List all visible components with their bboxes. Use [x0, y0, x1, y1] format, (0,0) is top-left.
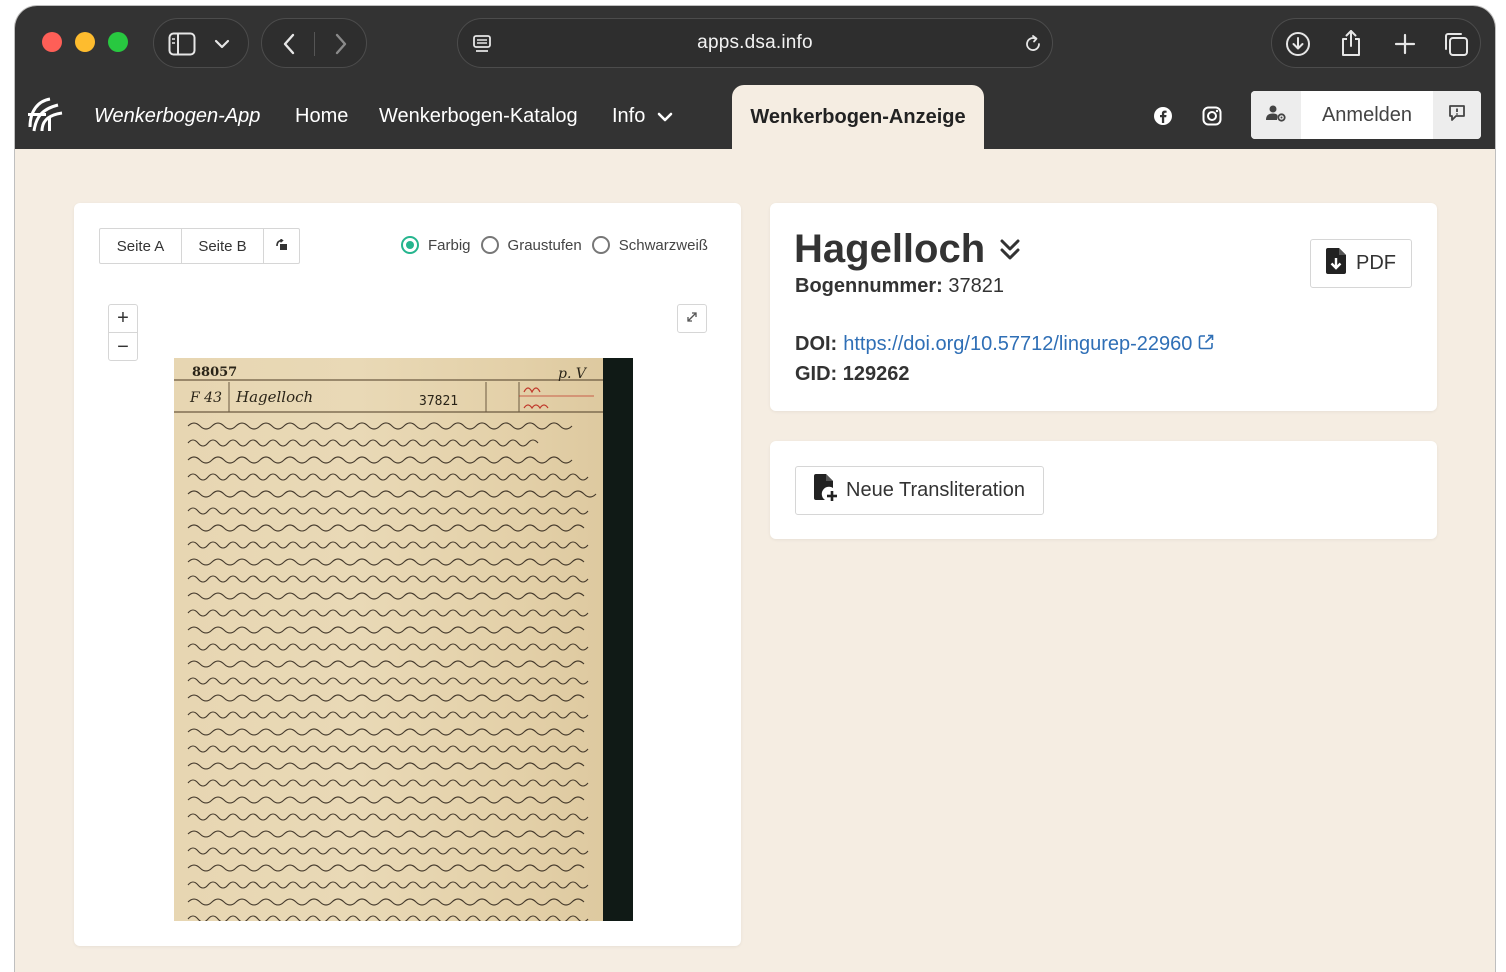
wenkerbogen-scan-image[interactable]: 88057 F 43 Hagelloch 37821 p. V	[174, 358, 633, 921]
scan-dark-edge	[603, 358, 633, 921]
gid-label: GID:	[795, 363, 838, 385]
transliteration-card: Neue Transliteration	[770, 441, 1437, 539]
rotate-button[interactable]	[263, 228, 300, 264]
page-selector: Seite A Seite B	[99, 228, 300, 264]
bogennummer-row: Bogennummer: 37821	[795, 275, 1004, 298]
tab-overview-icon[interactable]	[1442, 30, 1470, 58]
browser-toolbar: apps.dsa.info Wenkerbogen-App Home Wenke…	[15, 6, 1495, 149]
browser-window: apps.dsa.info Wenkerbogen-App Home Wenke…	[15, 6, 1495, 972]
feedback-icon	[1447, 103, 1467, 128]
doi-label: DOI:	[795, 333, 838, 355]
new-tab-icon[interactable]	[1392, 31, 1418, 57]
pdf-button-label: PDF	[1356, 252, 1396, 274]
radio-graustufen-label[interactable]: Graustufen	[508, 237, 582, 254]
bogennummer-value: 37821	[948, 275, 1004, 297]
gid-row: GID: 129262	[795, 363, 910, 386]
site-navbar: Wenkerbogen-App Home Wenkerbogen-Katalog…	[15, 81, 1495, 149]
doi-link[interactable]: https://doi.org/10.57712/lingurep-22960	[843, 333, 1192, 356]
scan-archive-number: 88057	[192, 365, 237, 380]
dsa-logo-icon[interactable]	[28, 97, 64, 133]
url-text[interactable]: apps.dsa.info	[697, 32, 813, 54]
page-b-button[interactable]: Seite B	[181, 228, 264, 264]
login-button-group: Anmelden	[1251, 91, 1481, 139]
reload-icon[interactable]	[1022, 33, 1044, 55]
pdf-download-button[interactable]: PDF	[1310, 239, 1412, 288]
nav-info-dropdown[interactable]: Info	[612, 105, 673, 128]
handwritten-text	[187, 422, 597, 921]
radio-schwarzweiss[interactable]	[591, 236, 610, 254]
radio-farbig[interactable]	[401, 236, 419, 254]
feedback-button[interactable]	[1433, 91, 1481, 139]
chevron-double-down-icon[interactable]	[999, 227, 1021, 272]
file-download-icon	[1326, 247, 1346, 280]
scan-place-written: Hagelloch	[235, 388, 313, 406]
page-a-button[interactable]: Seite A	[99, 228, 182, 264]
user-settings-button[interactable]	[1251, 91, 1301, 139]
back-icon[interactable]	[276, 31, 302, 57]
scan-viewer-card: Seite A Seite B Farbig Graustufen Schwar…	[74, 203, 741, 946]
maximize-window-button[interactable]	[108, 32, 128, 52]
rotate-icon	[275, 237, 288, 255]
scan-header: 88057 F 43 Hagelloch 37821 p. V	[174, 365, 603, 413]
scan-corner-note: p. V	[558, 366, 588, 382]
address-bar[interactable]: apps.dsa.info	[457, 18, 1053, 68]
tab-wenkerbogen-anzeige[interactable]: Wenkerbogen-Anzeige	[732, 85, 984, 149]
history-nav-group	[261, 18, 367, 68]
browser-actions-group	[1271, 18, 1481, 68]
scan-place-code: F 43	[189, 390, 222, 406]
nav-home[interactable]: Home	[295, 105, 348, 128]
expand-icon	[686, 310, 698, 328]
gid-value: 129262	[842, 363, 910, 385]
brand-link[interactable]: Wenkerbogen-App	[94, 105, 260, 128]
bogennummer-label: Bogennummer:	[795, 275, 943, 297]
radio-graustufen[interactable]	[480, 236, 499, 254]
forward-icon[interactable]	[328, 31, 354, 57]
new-transliteration-label: Neue Transliteration	[846, 479, 1025, 501]
zoom-out-button[interactable]: −	[109, 333, 137, 361]
fullscreen-button[interactable]	[677, 304, 707, 333]
external-link-icon[interactable]	[1198, 333, 1214, 356]
bogen-info-card: Hagelloch Bogennummer: 37821 PDF DOI: ht…	[770, 203, 1437, 411]
new-transliteration-button[interactable]: Neue Transliteration	[795, 466, 1044, 515]
nav-info-label: Info	[612, 105, 646, 127]
place-name: Hagelloch	[794, 227, 986, 271]
chevron-down-icon	[657, 105, 673, 128]
radio-schwarzweiss-label[interactable]: Schwarzweiß	[619, 237, 708, 254]
file-plus-icon	[814, 473, 838, 508]
share-icon[interactable]	[1338, 28, 1364, 58]
sidebar-toggle-group	[153, 18, 249, 68]
instagram-icon[interactable]	[1201, 105, 1223, 127]
facebook-icon[interactable]	[1152, 105, 1174, 127]
login-label: Anmelden	[1321, 103, 1413, 126]
nav-katalog[interactable]: Wenkerbogen-Katalog	[379, 105, 578, 128]
download-icon[interactable]	[1284, 30, 1312, 58]
zoom-controls: + −	[108, 304, 138, 361]
chevron-down-icon[interactable]	[212, 35, 232, 53]
sidebar-icon[interactable]	[168, 31, 196, 57]
page-menu-icon[interactable]	[470, 33, 494, 55]
zoom-in-button[interactable]: +	[109, 305, 137, 333]
radio-farbig-label[interactable]: Farbig	[428, 237, 471, 254]
scan-sheet-number: 37821	[419, 394, 458, 409]
page-title: Hagelloch	[794, 227, 1021, 272]
close-window-button[interactable]	[42, 32, 62, 52]
color-mode-selector: Farbig Graustufen Schwarzweiß	[401, 236, 718, 254]
user-gear-icon	[1265, 103, 1287, 128]
tab-wenkerbogen-anzeige-label: Wenkerbogen-Anzeige	[750, 105, 966, 128]
doi-row: DOI: https://doi.org/10.57712/lingurep-2…	[795, 333, 1214, 356]
minimize-window-button[interactable]	[75, 32, 95, 52]
login-button[interactable]: Anmelden	[1301, 91, 1433, 139]
